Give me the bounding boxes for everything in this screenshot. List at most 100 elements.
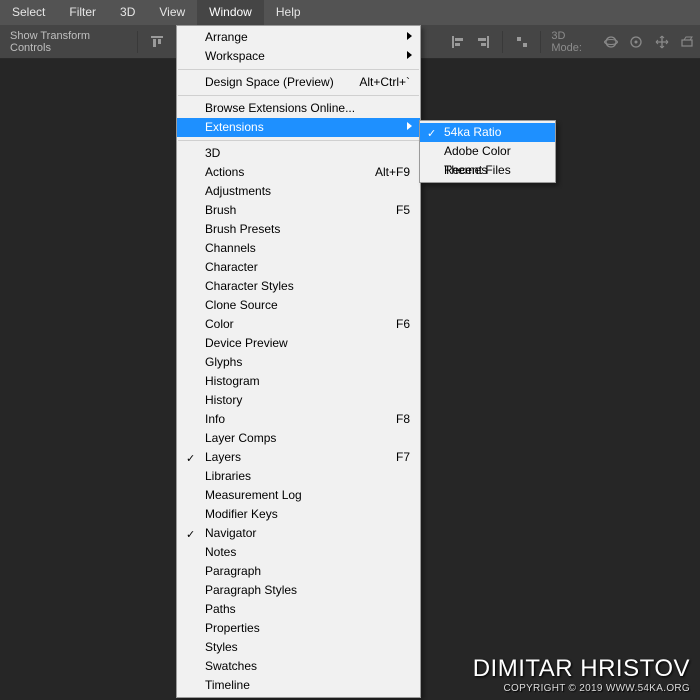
- menu-item-paths[interactable]: Paths: [177, 600, 420, 619]
- menu-item-shortcut: F8: [396, 410, 410, 429]
- menu-item-workspace[interactable]: Workspace: [177, 47, 420, 66]
- menu-item-adjustments[interactable]: Adjustments: [177, 182, 420, 201]
- 3d-orbit-icon[interactable]: [600, 30, 622, 54]
- menu-item-shortcut: F7: [396, 448, 410, 467]
- menu-item-label: Adjustments: [205, 182, 410, 201]
- menu-item-shortcut: Alt+F9: [375, 163, 410, 182]
- menu-window[interactable]: Window: [197, 0, 264, 25]
- menu-item-label: Measurement Log: [205, 486, 410, 505]
- menu-item-label: Brush: [205, 201, 386, 220]
- menu-3d[interactable]: 3D: [108, 0, 147, 25]
- submenu-item-adobe-color-themes[interactable]: Adobe Color Themes: [420, 142, 555, 161]
- menu-item-libraries[interactable]: Libraries: [177, 467, 420, 486]
- menu-item-label: Paragraph: [205, 562, 410, 581]
- menu-separator: [178, 95, 419, 96]
- 3d-roll-icon[interactable]: [626, 30, 648, 54]
- submenu-arrow-icon: [407, 122, 412, 130]
- menu-item-extensions[interactable]: Extensions: [177, 118, 420, 137]
- menu-item-measurement-log[interactable]: Measurement Log: [177, 486, 420, 505]
- menu-item-modifier-keys[interactable]: Modifier Keys: [177, 505, 420, 524]
- menu-select[interactable]: Select: [0, 0, 57, 25]
- menu-item-shortcut: Alt+Ctrl+`: [359, 73, 410, 92]
- menu-item-shortcut: F6: [396, 315, 410, 334]
- submenu-arrow-icon: [407, 51, 412, 59]
- menu-item-brush[interactable]: Brush F5: [177, 201, 420, 220]
- menu-item-notes[interactable]: Notes: [177, 543, 420, 562]
- submenu-arrow-icon: [407, 32, 412, 40]
- menu-item-color[interactable]: ColorF6: [177, 315, 420, 334]
- menu-item-label: Info: [205, 410, 386, 429]
- menu-item-label: Workspace: [205, 47, 410, 66]
- menu-item-character-styles[interactable]: Character Styles: [177, 277, 420, 296]
- menu-item-label: Histogram: [205, 372, 410, 391]
- menu-item-label: Character: [205, 258, 410, 277]
- menu-item-actions[interactable]: ActionsAlt+F9: [177, 163, 420, 182]
- menu-separator: [178, 69, 419, 70]
- menu-item-label: Swatches: [205, 657, 410, 676]
- menu-view[interactable]: View: [147, 0, 197, 25]
- menu-item-design-space-preview[interactable]: Design Space (Preview) Alt+Ctrl+`: [177, 73, 420, 92]
- 3d-slide-icon[interactable]: [677, 30, 699, 54]
- menu-item-device-preview[interactable]: Device Preview: [177, 334, 420, 353]
- menu-item-layer-comps[interactable]: Layer Comps: [177, 429, 420, 448]
- menu-item-arrange[interactable]: Arrange: [177, 28, 420, 47]
- menu-item-label: Character Styles: [205, 277, 410, 296]
- 3d-pan-icon[interactable]: [651, 30, 673, 54]
- menu-item-label: 3D: [205, 144, 410, 163]
- menu-separator: [178, 140, 419, 141]
- menu-item-label: Navigator: [205, 524, 410, 543]
- menu-item-label: Paragraph Styles: [205, 581, 410, 600]
- menu-item-label: Paths: [205, 600, 410, 619]
- menu-item-histogram[interactable]: Histogram: [177, 372, 420, 391]
- window-menu-dropdown: ArrangeWorkspace Design Space (Preview) Al…: [176, 25, 421, 698]
- menu-item-clone-source[interactable]: Clone Source: [177, 296, 420, 315]
- extensions-submenu: ✓54ka RatioAdobe Color Themes Recent File…: [419, 120, 556, 183]
- menu-item-paragraph[interactable]: Paragraph: [177, 562, 420, 581]
- menu-item-info[interactable]: Info F8: [177, 410, 420, 429]
- menu-item-label: History: [205, 391, 410, 410]
- align-left-icon[interactable]: [447, 30, 469, 54]
- distribute-icon[interactable]: [511, 30, 533, 54]
- menu-item-brush-presets[interactable]: Brush Presets: [177, 220, 420, 239]
- menu-item-label: Arrange: [205, 28, 410, 47]
- menu-item-layers[interactable]: ✓LayersF7: [177, 448, 420, 467]
- menu-item-label: Design Space (Preview): [205, 73, 349, 92]
- menu-item-label: Libraries: [205, 467, 410, 486]
- menu-item-shortcut: F5: [396, 201, 410, 220]
- menu-item-timeline[interactable]: Timeline: [177, 676, 420, 695]
- show-transform-controls-label[interactable]: Show Transform Controls: [0, 30, 131, 54]
- 3d-mode-label: 3D Mode:: [551, 30, 594, 54]
- menu-item-label: Browse Extensions Online...: [205, 99, 410, 118]
- menu-item-label: Brush Presets: [205, 220, 410, 239]
- menu-help[interactable]: Help: [264, 0, 313, 25]
- menu-item-browse-extensions-online[interactable]: Browse Extensions Online...: [177, 99, 420, 118]
- menu-item-label: Properties: [205, 619, 410, 638]
- menu-item-navigator[interactable]: ✓Navigator: [177, 524, 420, 543]
- submenu-item-recent-files[interactable]: Recent Files: [420, 161, 555, 180]
- align-top-icon[interactable]: [146, 30, 168, 54]
- menu-item-label: Notes: [205, 543, 410, 562]
- menu-item-styles[interactable]: Styles: [177, 638, 420, 657]
- menu-item-label: Glyphs: [205, 353, 410, 372]
- toolbar-separator: [540, 31, 541, 53]
- menu-item-label: Modifier Keys: [205, 505, 410, 524]
- toolbar-separator: [502, 31, 503, 53]
- submenu-item-label: 54ka Ratio: [444, 125, 501, 139]
- menu-item-character[interactable]: Character: [177, 258, 420, 277]
- menu-item-glyphs[interactable]: Glyphs: [177, 353, 420, 372]
- menu-item-channels[interactable]: Channels: [177, 239, 420, 258]
- menu-filter[interactable]: Filter: [57, 0, 108, 25]
- menu-item-label: Layers: [205, 448, 386, 467]
- menu-item-label: Extensions: [205, 118, 410, 137]
- menu-item-label: Channels: [205, 239, 410, 258]
- menu-item-properties[interactable]: Properties: [177, 619, 420, 638]
- submenu-item-54ka-ratio[interactable]: ✓54ka Ratio: [420, 123, 555, 142]
- menu-item-label: Styles: [205, 638, 410, 657]
- align-right-icon[interactable]: [473, 30, 495, 54]
- menu-item-history[interactable]: History: [177, 391, 420, 410]
- submenu-item-label: Recent Files: [444, 163, 511, 177]
- menu-item-paragraph-styles[interactable]: Paragraph Styles: [177, 581, 420, 600]
- menu-item-3d[interactable]: 3D: [177, 144, 420, 163]
- menu-item-label: Layer Comps: [205, 429, 410, 448]
- menu-item-swatches[interactable]: Swatches: [177, 657, 420, 676]
